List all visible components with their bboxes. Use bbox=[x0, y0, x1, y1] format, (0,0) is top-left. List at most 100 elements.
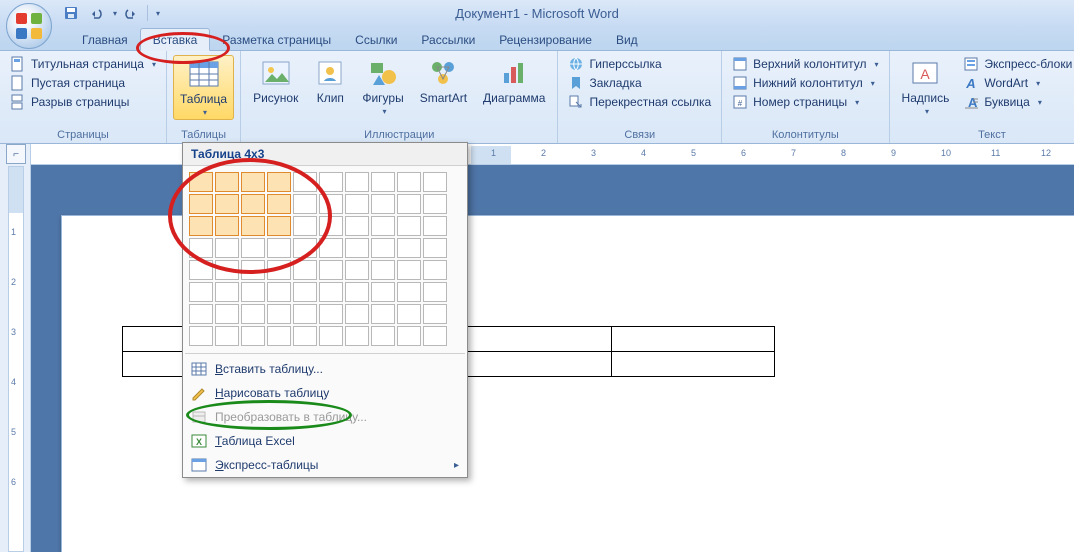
tab-mailings[interactable]: Рассылки bbox=[409, 29, 487, 50]
grid-cell[interactable] bbox=[189, 194, 213, 214]
grid-cell[interactable] bbox=[371, 282, 395, 302]
grid-cell[interactable] bbox=[345, 326, 369, 346]
grid-cell[interactable] bbox=[371, 260, 395, 280]
grid-cell[interactable] bbox=[267, 238, 291, 258]
grid-cell[interactable] bbox=[267, 282, 291, 302]
grid-cell[interactable] bbox=[319, 238, 343, 258]
redo-button[interactable] bbox=[120, 2, 142, 24]
grid-cell[interactable] bbox=[371, 238, 395, 258]
grid-cell[interactable] bbox=[241, 172, 265, 192]
tab-review[interactable]: Рецензирование bbox=[487, 29, 604, 50]
grid-cell[interactable] bbox=[293, 260, 317, 280]
grid-cell[interactable] bbox=[371, 326, 395, 346]
dropcap-button[interactable]: AБуквица▾ bbox=[959, 93, 1074, 111]
grid-cell[interactable] bbox=[267, 304, 291, 324]
grid-cell[interactable] bbox=[267, 216, 291, 236]
tab-pagelayout[interactable]: Разметка страницы bbox=[210, 29, 343, 50]
grid-cell[interactable] bbox=[241, 304, 265, 324]
grid-cell[interactable] bbox=[215, 216, 239, 236]
grid-cell[interactable] bbox=[371, 194, 395, 214]
grid-cell[interactable] bbox=[319, 304, 343, 324]
grid-cell[interactable] bbox=[397, 260, 421, 280]
grid-cell[interactable] bbox=[345, 172, 369, 192]
grid-cell[interactable] bbox=[345, 238, 369, 258]
grid-cell[interactable] bbox=[371, 304, 395, 324]
grid-cell[interactable] bbox=[371, 172, 395, 192]
grid-cell[interactable] bbox=[267, 194, 291, 214]
tab-view[interactable]: Вид bbox=[604, 29, 650, 50]
draw-table-item[interactable]: Нарисовать таблицу bbox=[183, 381, 467, 405]
grid-cell[interactable] bbox=[345, 216, 369, 236]
hyperlink-button[interactable]: Гиперссылка bbox=[564, 55, 715, 73]
grid-cell[interactable] bbox=[397, 216, 421, 236]
table-button[interactable]: Таблица ▾ bbox=[173, 55, 234, 120]
tab-selector[interactable]: ⌐ bbox=[6, 144, 26, 164]
undo-dropdown[interactable]: ▾ bbox=[113, 9, 117, 18]
save-button[interactable] bbox=[60, 2, 82, 24]
quickparts-button[interactable]: Экспресс-блоки▾ bbox=[959, 55, 1074, 73]
grid-cell[interactable] bbox=[423, 326, 447, 346]
page-break-button[interactable]: Разрыв страницы bbox=[6, 93, 160, 111]
grid-cell[interactable] bbox=[423, 172, 447, 192]
office-button[interactable] bbox=[6, 3, 52, 49]
grid-cell[interactable] bbox=[345, 304, 369, 324]
grid-cell[interactable] bbox=[397, 282, 421, 302]
blank-page-button[interactable]: Пустая страница bbox=[6, 74, 160, 92]
header-button[interactable]: Верхний колонтитул▾ bbox=[728, 55, 882, 73]
grid-cell[interactable] bbox=[319, 216, 343, 236]
table-size-grid[interactable] bbox=[183, 166, 467, 350]
grid-cell[interactable] bbox=[423, 282, 447, 302]
grid-cell[interactable] bbox=[241, 282, 265, 302]
undo-button[interactable] bbox=[85, 2, 107, 24]
grid-cell[interactable] bbox=[215, 238, 239, 258]
grid-cell[interactable] bbox=[319, 172, 343, 192]
crossref-button[interactable]: Перекрестная ссылка bbox=[564, 93, 715, 111]
grid-cell[interactable] bbox=[267, 326, 291, 346]
qat-customize[interactable]: ▾ bbox=[156, 9, 160, 18]
picture-button[interactable]: Рисунок bbox=[247, 55, 304, 107]
grid-cell[interactable] bbox=[189, 282, 213, 302]
grid-cell[interactable] bbox=[397, 194, 421, 214]
textbox-button[interactable]: AНадпись▾ bbox=[896, 55, 956, 118]
grid-cell[interactable] bbox=[241, 326, 265, 346]
grid-cell[interactable] bbox=[423, 194, 447, 214]
grid-cell[interactable] bbox=[189, 260, 213, 280]
insert-table-item[interactable]: Вставить таблицу... bbox=[183, 357, 467, 381]
grid-cell[interactable] bbox=[345, 260, 369, 280]
grid-cell[interactable] bbox=[319, 194, 343, 214]
quick-tables-item[interactable]: Экспресс-таблицы▸ bbox=[183, 453, 467, 477]
grid-cell[interactable] bbox=[189, 304, 213, 324]
grid-cell[interactable] bbox=[241, 238, 265, 258]
bookmark-button[interactable]: Закладка bbox=[564, 74, 715, 92]
cover-page-button[interactable]: Титульная страница▾ bbox=[6, 55, 160, 73]
grid-cell[interactable] bbox=[215, 326, 239, 346]
grid-cell[interactable] bbox=[397, 304, 421, 324]
grid-cell[interactable] bbox=[293, 194, 317, 214]
grid-cell[interactable] bbox=[215, 304, 239, 324]
wordart-button[interactable]: AWordArt▾ bbox=[959, 74, 1074, 92]
grid-cell[interactable] bbox=[241, 260, 265, 280]
grid-cell[interactable] bbox=[345, 282, 369, 302]
excel-table-item[interactable]: XТаблица Excel bbox=[183, 429, 467, 453]
tab-references[interactable]: Ссылки bbox=[343, 29, 409, 50]
grid-cell[interactable] bbox=[189, 216, 213, 236]
chart-button[interactable]: Диаграмма bbox=[477, 55, 551, 107]
smartart-button[interactable]: SmartArt bbox=[414, 55, 473, 107]
shapes-button[interactable]: Фигуры▾ bbox=[356, 55, 409, 118]
grid-cell[interactable] bbox=[423, 260, 447, 280]
tab-insert[interactable]: Вставка bbox=[140, 28, 211, 51]
grid-cell[interactable] bbox=[397, 238, 421, 258]
grid-cell[interactable] bbox=[423, 216, 447, 236]
grid-cell[interactable] bbox=[423, 304, 447, 324]
grid-cell[interactable] bbox=[319, 326, 343, 346]
grid-cell[interactable] bbox=[189, 326, 213, 346]
grid-cell[interactable] bbox=[397, 326, 421, 346]
grid-cell[interactable] bbox=[319, 260, 343, 280]
grid-cell[interactable] bbox=[215, 260, 239, 280]
grid-cell[interactable] bbox=[345, 194, 369, 214]
grid-cell[interactable] bbox=[293, 326, 317, 346]
grid-cell[interactable] bbox=[189, 238, 213, 258]
grid-cell[interactable] bbox=[293, 304, 317, 324]
pagenum-button[interactable]: #Номер страницы▾ bbox=[728, 93, 882, 111]
grid-cell[interactable] bbox=[267, 260, 291, 280]
